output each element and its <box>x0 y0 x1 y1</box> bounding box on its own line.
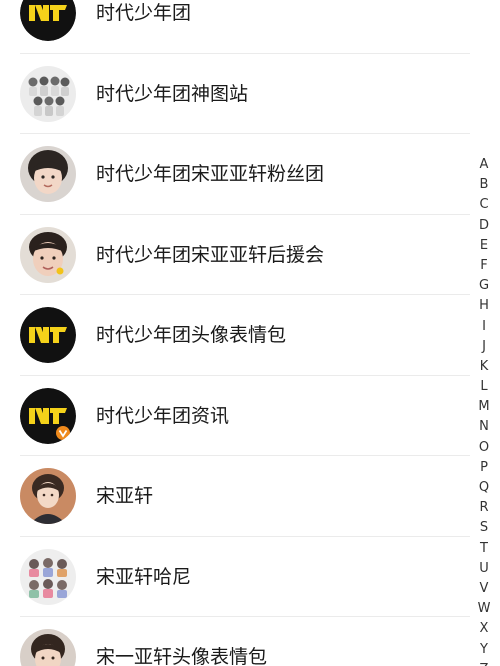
list-item[interactable]: 时代少年团宋亚亚轩粉丝团 <box>0 134 470 215</box>
index-letter-a[interactable]: A <box>476 155 492 175</box>
index-letter-h[interactable]: H <box>476 296 492 316</box>
list-item-name: 时代少年团神图站 <box>96 82 249 105</box>
alphabet-index-bar[interactable]: ABCDEFGHIJKLMNOPQRSTUVWXYZ <box>476 155 492 666</box>
list-item-name: 宋一亚轩头像表情包 <box>96 646 268 666</box>
list-item[interactable]: 时代少年团资讯 <box>0 376 470 457</box>
portrait-avatar <box>20 146 76 202</box>
contact-list: 时代少年团 时代少年团神图站 时代少年团宋亚亚轩粉丝团 时代少年团宋亚亚轩后援会… <box>0 0 470 666</box>
list-item-name: 宋亚轩哈尼 <box>96 565 192 588</box>
list-item[interactable]: 时代少年团头像表情包 <box>0 295 470 376</box>
index-letter-r[interactable]: R <box>476 498 492 518</box>
index-letter-c[interactable]: C <box>476 195 492 215</box>
list-item-name: 时代少年团 <box>96 2 192 24</box>
index-letter-y[interactable]: Y <box>476 640 492 660</box>
group-photo-avatar <box>20 65 76 122</box>
list-item-name: 宋亚轩 <box>96 485 154 507</box>
sticker-grid-avatar <box>20 548 76 605</box>
index-letter-e[interactable]: E <box>476 236 492 256</box>
portrait-avatar <box>20 629 76 666</box>
list-item[interactable]: 宋一亚轩头像表情包 <box>0 617 470 666</box>
list-item[interactable]: 时代少年团宋亚亚轩后援会 <box>0 215 470 296</box>
list-item[interactable]: 宋亚轩哈尼 <box>0 537 470 618</box>
portrait-avatar <box>20 226 76 283</box>
list-item[interactable]: 时代少年团神图站 <box>0 54 470 135</box>
index-letter-j[interactable]: J <box>476 337 492 357</box>
index-letter-k[interactable]: K <box>476 357 492 377</box>
index-letter-t[interactable]: T <box>476 539 492 559</box>
list-item-name: 时代少年团宋亚亚轩后援会 <box>96 243 325 266</box>
index-letter-i[interactable]: I <box>476 317 492 337</box>
index-letter-g[interactable]: G <box>476 276 492 296</box>
index-letter-l[interactable]: L <box>476 377 492 397</box>
index-letter-f[interactable]: F <box>476 256 492 276</box>
list-item-name: 时代少年团头像表情包 <box>96 324 287 346</box>
index-letter-w[interactable]: W <box>476 599 492 619</box>
index-letter-u[interactable]: U <box>476 559 492 579</box>
index-letter-x[interactable]: X <box>476 619 492 639</box>
list-item-name: 时代少年团宋亚亚轩粉丝团 <box>96 163 325 185</box>
index-letter-v[interactable]: V <box>476 579 492 599</box>
tnt-logo-icon <box>20 307 76 363</box>
index-letter-z[interactable]: Z <box>476 660 492 666</box>
index-letter-q[interactable]: Q <box>476 478 492 498</box>
tnt-logo-icon <box>20 0 76 41</box>
list-item[interactable]: 时代少年团 <box>0 0 470 54</box>
list-item[interactable]: 宋亚轩 <box>0 456 470 537</box>
index-letter-d[interactable]: D <box>476 216 492 236</box>
portrait-avatar <box>20 468 76 524</box>
contact-search-screen: 时代少年团 时代少年团神图站 时代少年团宋亚亚轩粉丝团 时代少年团宋亚亚轩后援会… <box>0 0 500 666</box>
tnt-logo-verified-icon <box>20 387 76 444</box>
index-letter-n[interactable]: N <box>476 417 492 437</box>
index-letter-m[interactable]: M <box>476 397 492 417</box>
index-letter-b[interactable]: B <box>476 175 492 195</box>
list-item-name: 时代少年团资讯 <box>96 404 230 427</box>
index-letter-p[interactable]: P <box>476 458 492 478</box>
index-letter-s[interactable]: S <box>476 518 492 538</box>
index-letter-o[interactable]: O <box>476 438 492 458</box>
